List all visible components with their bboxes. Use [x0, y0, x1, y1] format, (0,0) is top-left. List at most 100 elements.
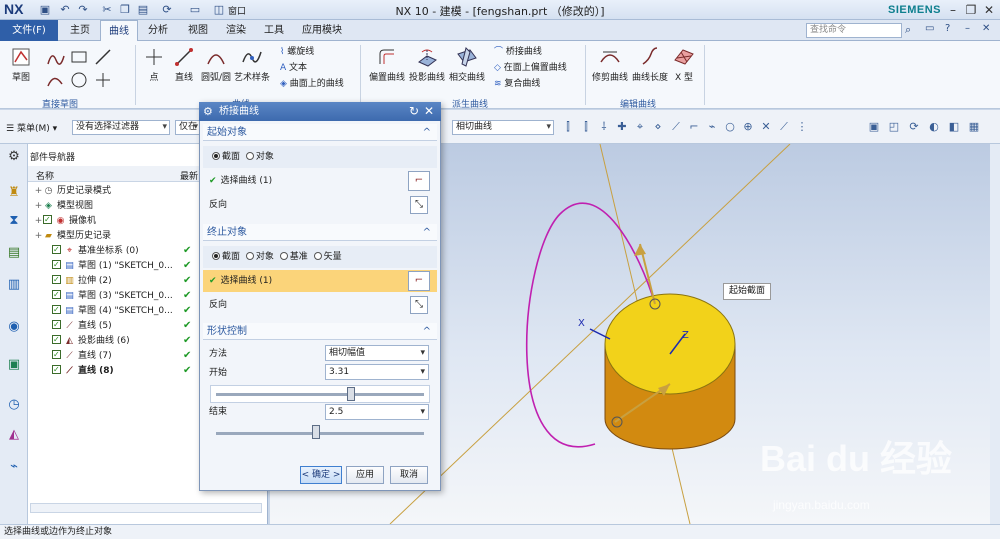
minimize-ribbon-icon[interactable]: –	[965, 23, 970, 34]
tab-6[interactable]: 应用模块	[294, 20, 350, 41]
snap-point-icon[interactable]: ⌐	[688, 121, 700, 133]
line-button[interactable]: 直线	[170, 46, 198, 83]
section-shape-control[interactable]: 形状控制 ^	[203, 323, 437, 340]
close-part-icon[interactable]: ✕	[982, 23, 990, 34]
radio-end-section[interactable]	[212, 252, 220, 260]
ok-button[interactable]: < 确定 >	[300, 466, 342, 484]
end-select-curve-row[interactable]: ✔ 选择曲线 (1)	[203, 270, 437, 292]
snap-point-icon[interactable]: ⫿	[562, 121, 574, 133]
start-select-curve-row[interactable]: ✔ 选择曲线 (1)	[203, 170, 437, 192]
cylinder-top-face[interactable]	[604, 293, 736, 395]
visibility-checkbox[interactable]	[52, 242, 61, 257]
visibility-checkbox[interactable]	[52, 272, 61, 287]
end-slider-thumb[interactable]	[311, 425, 320, 439]
snap-point-icon[interactable]: ⸸	[598, 121, 610, 133]
section-end-object[interactable]: 终止对象 ^	[203, 224, 437, 241]
method-select[interactable]: 相切幅值	[325, 345, 429, 361]
history-icon[interactable]: ◷	[5, 396, 23, 414]
part-navigator-icon[interactable]: ▤	[5, 244, 23, 262]
snap-point-icon[interactable]: ✚	[616, 121, 628, 133]
history-palette-icon[interactable]: ▣	[5, 356, 23, 374]
snap-point-icon[interactable]: ⋮	[796, 121, 808, 133]
apply-button[interactable]: 应用	[346, 466, 384, 484]
search-icon[interactable]: ⌕	[905, 23, 911, 37]
column-latest-header[interactable]: 最新	[180, 169, 198, 182]
cut-icon[interactable]: ✂	[100, 3, 114, 17]
dialog-reset-icon[interactable]: ↻	[409, 104, 419, 118]
web-browser-icon[interactable]: ◉	[5, 318, 23, 336]
minimize-icon[interactable]: –	[944, 2, 962, 18]
start-slider-thumb[interactable]	[347, 387, 356, 401]
scope-select[interactable]: 仅在	[175, 120, 201, 135]
expand-icon[interactable]: +	[34, 214, 43, 229]
start-curve-picker-icon[interactable]: ⌐	[408, 171, 430, 191]
main-menu-button[interactable]: ☰ 菜单(M) ▾	[6, 121, 57, 134]
offset-curve-button[interactable]: 偏置曲线	[368, 46, 406, 83]
snap-point-icon[interactable]: ⊕	[742, 121, 754, 133]
view-tool-icon[interactable]: ▦	[968, 121, 980, 133]
radio-end-datum[interactable]	[279, 252, 288, 260]
section-start-object[interactable]: 起始对象 ^	[203, 124, 437, 141]
save-icon[interactable]: ▣	[38, 3, 52, 17]
visibility-checkbox[interactable]	[52, 347, 61, 362]
process-studio-icon[interactable]: ⌁	[5, 458, 23, 476]
close-icon[interactable]: ✕	[980, 2, 998, 18]
redo-icon[interactable]: ↷	[76, 3, 90, 17]
tab-2[interactable]: 分析	[140, 20, 176, 41]
tab-4[interactable]: 渲染	[218, 20, 254, 41]
offset-in-face-item[interactable]: ◇ 在面上偏置曲线	[494, 61, 567, 75]
snap-point-icon[interactable]: ⟋	[778, 121, 790, 133]
snap-point-icon[interactable]: ⫿	[580, 121, 592, 133]
assembly-navigator-icon[interactable]: ♜	[5, 184, 23, 202]
window-menu[interactable]: 窗口	[228, 4, 246, 17]
text-item[interactable]: A 文本	[280, 61, 307, 75]
reuse-library-icon[interactable]: ▥	[5, 276, 23, 294]
x-form-button[interactable]: X 型	[670, 46, 698, 83]
help-icon[interactable]: ?	[945, 23, 950, 34]
trim-curve-button[interactable]: 修剪曲线	[592, 46, 628, 83]
touch-mode-icon[interactable]: ▭	[188, 3, 202, 17]
view-tool-icon[interactable]: ⟳	[908, 121, 920, 133]
curve-rule-select[interactable]: 相切曲线	[452, 120, 554, 135]
column-name-header[interactable]: 名称	[36, 169, 54, 182]
point-button[interactable]: 点	[140, 46, 168, 83]
intersection-curve-button[interactable]: 相交曲线	[448, 46, 486, 83]
ribbon-options-icon[interactable]: ▭	[925, 23, 934, 34]
visibility-checkbox[interactable]	[52, 302, 61, 317]
tab-0[interactable]: 主页	[62, 20, 98, 41]
snap-point-icon[interactable]: ⟋	[670, 121, 682, 133]
view-tool-icon[interactable]: ▣	[868, 121, 880, 133]
dialog-gear-icon[interactable]: ⚙	[203, 105, 213, 118]
radio-start-object[interactable]	[245, 152, 254, 160]
expand-icon[interactable]: +	[34, 184, 43, 199]
repeat-command-icon[interactable]: ⟳	[160, 3, 174, 17]
bridge-curve-item[interactable]: ⌒ 桥接曲线	[494, 45, 542, 59]
snap-point-icon[interactable]: ⌁	[706, 121, 718, 133]
view-tool-icon[interactable]: ◰	[888, 121, 900, 133]
visibility-checkbox[interactable]	[52, 287, 61, 302]
radio-end-vector[interactable]	[313, 252, 322, 260]
dialog-close-icon[interactable]: ✕	[424, 104, 434, 118]
view-tool-icon[interactable]: ◐	[928, 121, 940, 133]
undo-icon[interactable]: ↶	[58, 3, 72, 17]
expand-icon[interactable]: +	[34, 199, 43, 214]
snap-point-icon[interactable]: ✕	[760, 121, 772, 133]
end-magnitude-input[interactable]: 2.5	[325, 404, 429, 420]
radio-end-object[interactable]	[245, 252, 254, 260]
composite-curve-item[interactable]: ≋ 复合曲线	[494, 77, 540, 91]
copy-icon[interactable]: ❐	[118, 3, 132, 17]
cancel-button[interactable]: 取消	[390, 466, 428, 484]
file-menu[interactable]: 文件(F)	[0, 20, 58, 41]
system-materials-icon[interactable]: ◭	[5, 426, 23, 444]
tab-1[interactable]: 曲线	[100, 20, 138, 41]
command-search-input[interactable]: 查找命令	[806, 23, 902, 38]
snap-point-icon[interactable]: ⌖	[634, 121, 646, 133]
sketch-button[interactable]: 草图	[6, 46, 36, 83]
snap-point-icon[interactable]: ○	[724, 121, 736, 133]
project-curve-button[interactable]: 投影曲线	[408, 46, 446, 83]
radio-start-section[interactable]	[212, 152, 220, 160]
expand-icon[interactable]: +	[34, 229, 43, 244]
snap-point-icon[interactable]: ⋄	[652, 121, 664, 133]
arc-circle-button[interactable]: 圆弧/圆	[200, 46, 232, 83]
start-magnitude-input[interactable]: 3.31	[325, 364, 429, 380]
